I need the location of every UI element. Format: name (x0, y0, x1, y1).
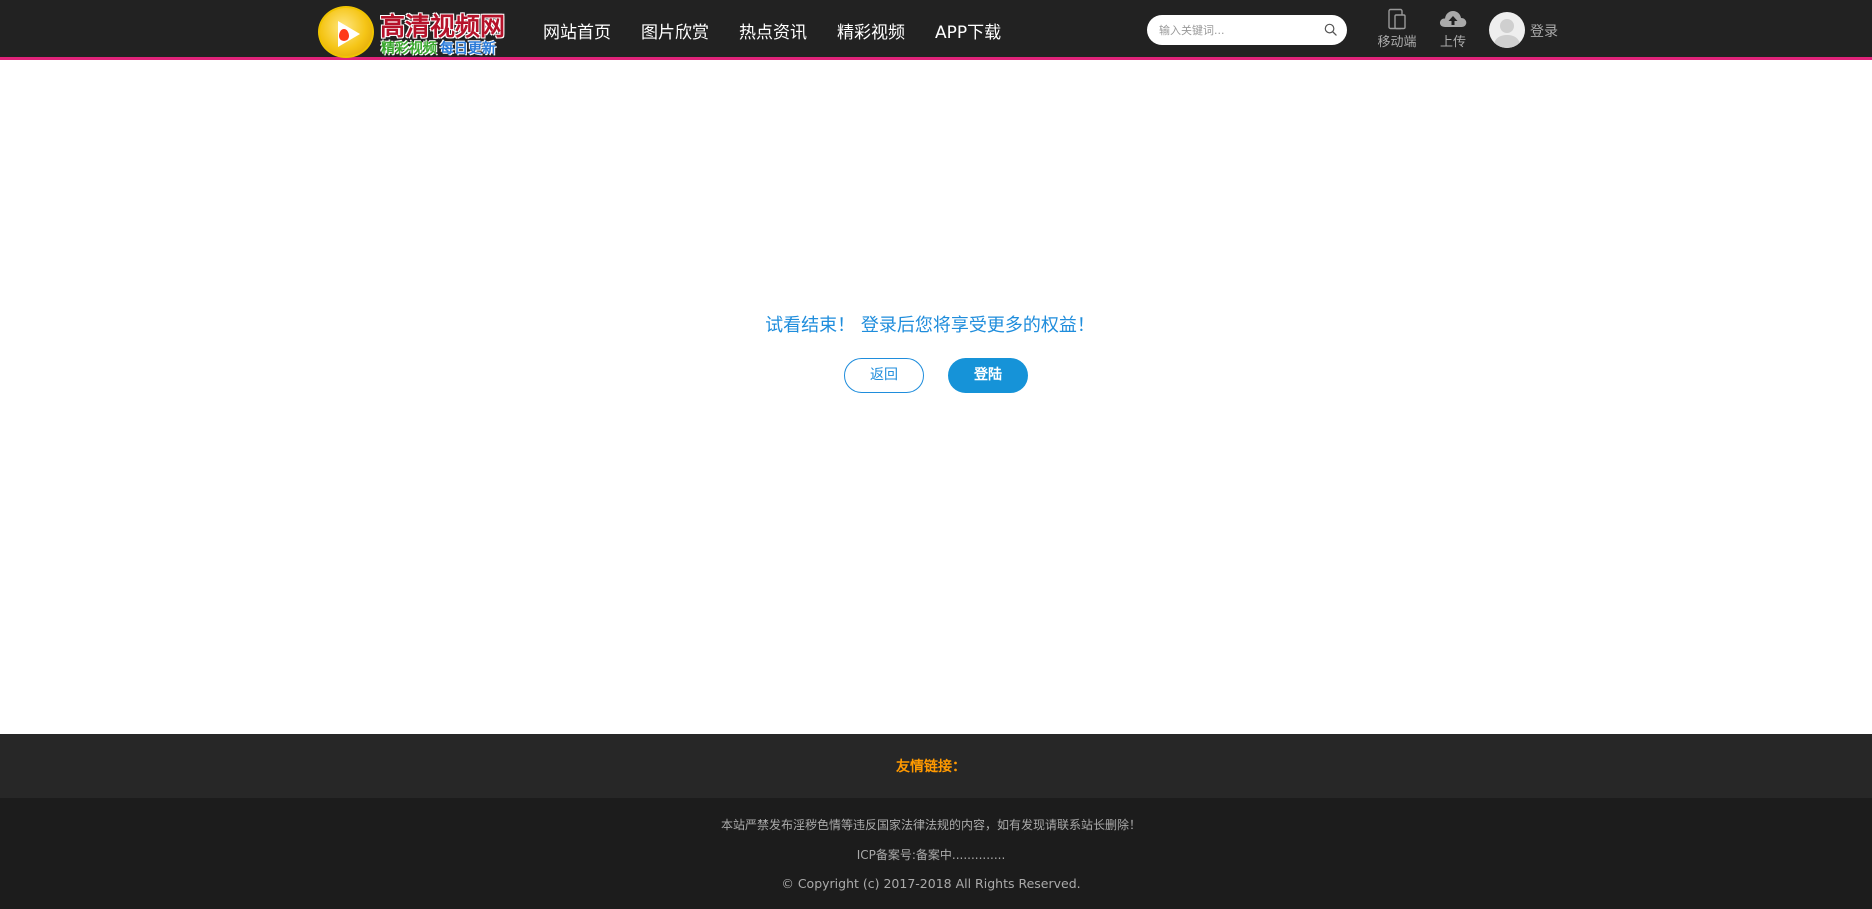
search-box (1147, 15, 1347, 45)
nav-videos[interactable]: 精彩视频 (837, 18, 905, 43)
logo-subtitle-1: 精彩视频 (381, 41, 437, 57)
top-header: 高清视频网 精彩视频 每日更新 网站首页 图片欣赏 热点资讯 精彩视频 APP下… (0, 0, 1872, 60)
main-nav: 网站首页 图片欣赏 热点资讯 精彩视频 APP下载 (543, 0, 1031, 60)
search-icon[interactable] (1324, 23, 1337, 36)
login-link[interactable]: 登录 (1530, 21, 1558, 41)
upload-link[interactable]: 上传 (1433, 8, 1473, 54)
avatar-icon (1493, 19, 1521, 48)
search-input[interactable] (1159, 21, 1319, 39)
footer: 本站严禁发布淫秽色情等违反国家法律法规的内容，如有发现请联系站长删除！ ICP备… (0, 798, 1872, 909)
footer-copyright: © Copyright (c) 2017-2018 All Rights Res… (781, 876, 1081, 891)
avatar[interactable] (1489, 12, 1525, 48)
upload-label: 上传 (1439, 35, 1466, 50)
logo-subtitle-2: 每日更新 (440, 41, 496, 57)
back-button[interactable]: 返回 (844, 358, 924, 393)
friend-links-label: 友情链接： (896, 759, 966, 775)
mobile-label: 移动端 (1377, 35, 1417, 50)
mobile-link[interactable]: 移动端 (1377, 8, 1417, 54)
nav-pictures[interactable]: 图片欣赏 (641, 18, 709, 43)
mobile-icon (1388, 8, 1406, 30)
nav-home[interactable]: 网站首页 (543, 18, 611, 43)
nav-app-download[interactable]: APP下载 (935, 18, 1001, 43)
nav-news[interactable]: 热点资讯 (739, 18, 807, 43)
footer-icp: ICP备案号:备案中.............. (856, 848, 1006, 862)
login-button[interactable]: 登陆 (948, 358, 1028, 393)
cloud-upload-icon (1439, 11, 1467, 27)
logo-play-icon (318, 6, 374, 58)
trial-ended-message: 试看结束！ 登录后您将享受更多的权益！ (765, 315, 1095, 336)
site-logo[interactable]: 高清视频网 精彩视频 每日更新 (318, 5, 505, 58)
footer-notice: 本站严禁发布淫秽色情等违反国家法律法规的内容，如有发现请联系站长删除！ (720, 818, 1141, 832)
friend-links-bar: 友情链接： (0, 734, 1872, 798)
